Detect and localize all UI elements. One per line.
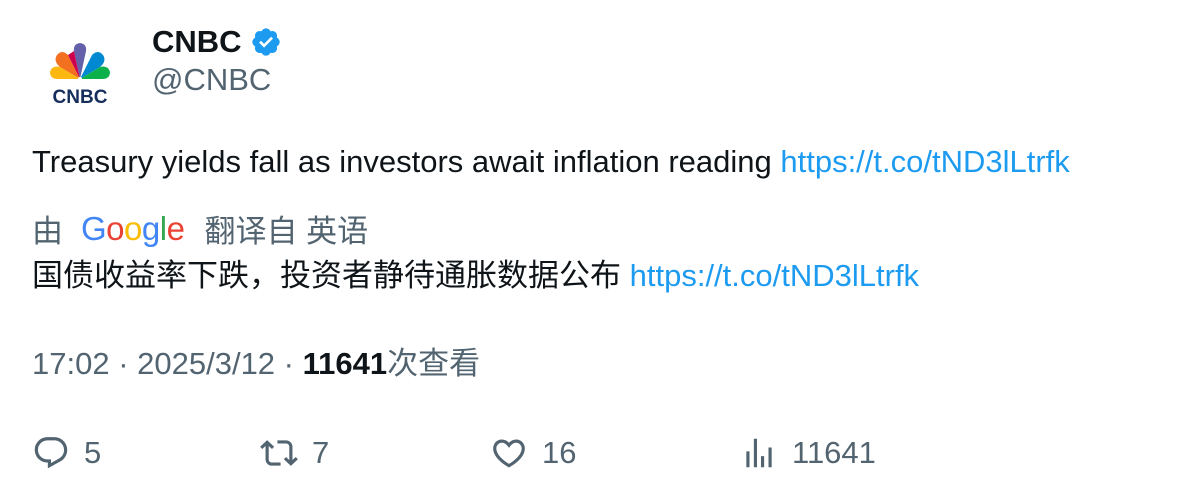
- google-letter: e: [166, 210, 185, 247]
- google-letter: o: [124, 210, 142, 247]
- verified-badge-icon[interactable]: [250, 26, 282, 58]
- google-logo[interactable]: Google: [81, 210, 185, 248]
- views-count: 11641: [302, 346, 388, 381]
- translation-attribution: 由 Google 翻译自 英语: [32, 207, 368, 249]
- author-handle[interactable]: @CNBC: [152, 62, 271, 98]
- views-button[interactable]: 11641: [740, 430, 876, 476]
- reply-count: 5: [84, 435, 102, 470]
- google-letter: o: [106, 210, 125, 247]
- reply-button[interactable]: 5: [32, 430, 101, 476]
- tweet-date[interactable]: 2025/3/12: [137, 346, 275, 381]
- google-letter: g: [141, 210, 160, 247]
- views-action-count: 11641: [792, 435, 876, 470]
- heart-icon: [493, 439, 525, 468]
- views-label: 次查看: [387, 346, 481, 381]
- like-count: 16: [542, 435, 577, 470]
- author-name-row: CNBC: [152, 22, 282, 62]
- tweet-time[interactable]: 17:02: [32, 346, 110, 381]
- google-letter: G: [81, 210, 107, 247]
- tweet-card: CNBC CNBC @CNBC Treasury yields fall as …: [0, 0, 1196, 498]
- translated-tweet-link[interactable]: https://t.co/tND3lLtrfk: [630, 258, 919, 293]
- translated-by-label: 由: [32, 213, 63, 249]
- translated-tweet-text: 国债收益率下跌，投资者静待通胀数据公布 https://t.co/tND3lLt…: [32, 256, 919, 296]
- translated-text-body: 国债收益率下跌，投资者静待通胀数据公布: [32, 258, 630, 293]
- cnbc-peacock-logo: CNBC: [50, 43, 110, 108]
- tweet-meta: 17:02 · 2025/3/12 · 11641次查看: [32, 344, 480, 384]
- reply-icon: [34, 437, 68, 469]
- tweet-link[interactable]: https://t.co/tND3lLtrfk: [780, 144, 1069, 179]
- analytics-icon: [746, 438, 772, 468]
- author-display-name[interactable]: CNBC: [152, 24, 242, 60]
- like-button[interactable]: 16: [490, 430, 576, 476]
- author-avatar[interactable]: CNBC: [32, 28, 128, 124]
- tweet-text-body: Treasury yields fall as investors await …: [32, 144, 781, 179]
- logo-text: CNBC: [53, 87, 108, 108]
- retweet-count: 7: [312, 435, 330, 470]
- translated-from-label[interactable]: 翻译自 英语: [204, 206, 368, 251]
- meta-separator: ·: [275, 346, 303, 381]
- tweet-text: Treasury yields fall as investors await …: [32, 142, 1070, 182]
- retweet-button[interactable]: 7: [260, 430, 329, 476]
- google-letter: l: [159, 210, 167, 247]
- meta-separator: ·: [109, 346, 138, 381]
- retweet-icon: [260, 440, 298, 466]
